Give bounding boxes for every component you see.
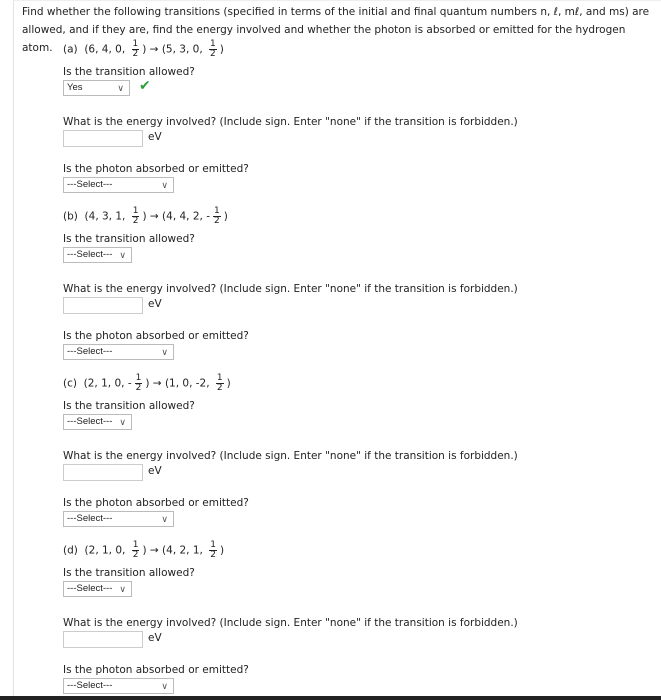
final-state: (1, 0, -2,: [164, 377, 210, 390]
energy-input[interactable]: [63, 130, 143, 147]
part-label: (c): [63, 377, 77, 390]
photon-question: Is the photon absorbed or emitted?: [63, 664, 249, 676]
allowed-select[interactable]: ---Select--- ∨: [63, 414, 132, 430]
energy-unit: eV: [148, 298, 162, 310]
initial-state: (6, 4, 0,: [84, 43, 126, 56]
chevron-down-icon: ∨: [161, 514, 168, 524]
chevron-down-icon: ∨: [117, 83, 124, 93]
photon-select[interactable]: ---Select--- ∨: [63, 511, 174, 527]
transition-label: (d) (2, 1, 0, 1 2) → (4, 2, 1, 1 2): [63, 540, 225, 560]
energy-input[interactable]: [63, 631, 143, 648]
fraction-one-half: 12: [131, 39, 140, 59]
energy-question: What is the energy involved? (Include si…: [63, 617, 518, 629]
energy-unit: eV: [148, 131, 162, 143]
photon-select[interactable]: ---Select--- ∨: [63, 177, 174, 193]
chevron-down-icon: ∨: [161, 347, 168, 357]
allowed-select[interactable]: ---Select--- ∨: [63, 247, 132, 263]
arrow: →: [149, 210, 159, 223]
part-label: (d): [63, 544, 78, 557]
photon-question: Is the photon absorbed or emitted?: [63, 497, 249, 509]
initial-state: (2, 1, 0,: [83, 377, 125, 390]
transition-label: (c) (2, 1, 0, -1 2) → (1, 0, -2, 1 2): [63, 373, 231, 393]
part-label: (b): [63, 210, 78, 223]
allowed-question: Is the transition allowed?: [63, 233, 195, 245]
fraction-one-half: 12: [215, 373, 224, 393]
final-state: (4, 4, 2,: [162, 210, 203, 223]
allowed-question: Is the transition allowed?: [63, 567, 195, 579]
fraction-one-half: 12: [213, 206, 221, 226]
energy-input[interactable]: [63, 464, 143, 481]
chevron-down-icon: ∨: [161, 180, 168, 190]
chevron-down-icon: ∨: [119, 584, 126, 594]
allowed-select[interactable]: ---Select--- ∨: [63, 581, 132, 597]
photon-question: Is the photon absorbed or emitted?: [63, 330, 249, 342]
transition-label: (b) (4, 3, 1, 1 2) → (4, 4, 2, -1 2): [63, 206, 228, 226]
chevron-down-icon: ∨: [119, 417, 126, 427]
intro-line-1: Find whether the following transitions (…: [22, 6, 650, 18]
energy-question: What is the energy involved? (Include si…: [63, 116, 518, 128]
transition-label: (a) (6, 4, 0, 1 2) → (5, 3, 0, 1 2): [63, 39, 224, 59]
photon-select[interactable]: ---Select--- ∨: [63, 344, 174, 360]
energy-input[interactable]: [63, 297, 143, 314]
fraction-one-half: 12: [131, 206, 140, 226]
chevron-down-icon: ∨: [119, 250, 126, 260]
energy-question: What is the energy involved? (Include si…: [63, 283, 518, 295]
allowed-select[interactable]: Yes ∨: [63, 80, 130, 96]
fraction-one-half: 12: [209, 39, 217, 59]
bottom-bar: [0, 696, 661, 700]
arrow: →: [149, 544, 159, 557]
energy-question: What is the energy involved? (Include si…: [63, 450, 518, 462]
energy-unit: eV: [148, 632, 162, 644]
fraction-one-half: 12: [209, 540, 217, 560]
allowed-question: Is the transition allowed?: [63, 66, 195, 78]
part-label: (a): [63, 43, 78, 56]
final-state: (5, 3, 0,: [161, 43, 203, 56]
fraction-one-half: 12: [131, 540, 140, 560]
chevron-down-icon: ∨: [161, 681, 168, 691]
photon-select[interactable]: ---Select--- ∨: [63, 678, 174, 694]
check-icon: ✔: [139, 78, 151, 94]
energy-unit: eV: [148, 465, 162, 477]
allowed-question: Is the transition allowed?: [63, 400, 195, 412]
arrow: →: [152, 377, 162, 390]
initial-state: (4, 3, 1,: [84, 210, 126, 223]
arrow: →: [149, 43, 159, 56]
fraction-one-half: 12: [134, 373, 143, 393]
final-state: (4, 2, 1,: [162, 544, 203, 557]
initial-state: (2, 1, 0,: [84, 544, 126, 557]
photon-question: Is the photon absorbed or emitted?: [63, 163, 249, 175]
